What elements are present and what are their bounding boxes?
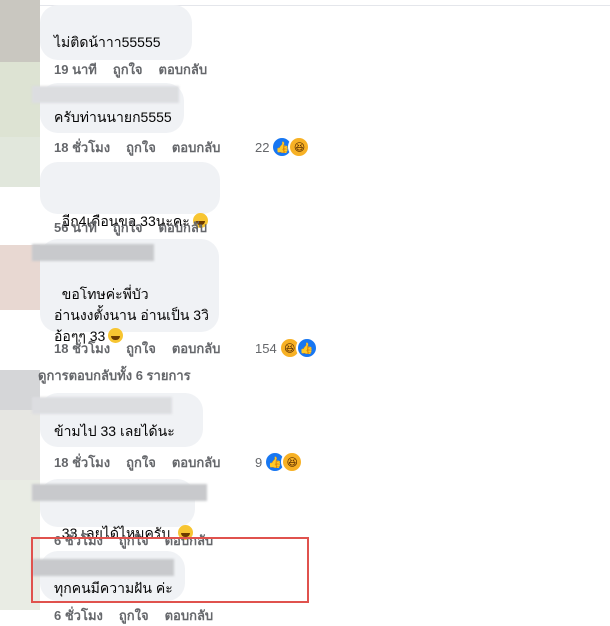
reaction-summary[interactable]: 9 👍 😆	[255, 451, 304, 473]
comment-timestamp[interactable]: 6 ชั่วโมง	[54, 605, 103, 626]
reply-link[interactable]: ตอบกลับ	[172, 452, 221, 473]
like-link[interactable]: ถูกใจ	[119, 605, 149, 626]
reply-link[interactable]: ตอบกลับ	[172, 338, 221, 359]
avatar[interactable]	[0, 0, 40, 62]
reply-link[interactable]: ตอบกลับ	[159, 59, 208, 80]
like-link[interactable]: ถูกใจ	[113, 217, 143, 238]
comment-timestamp[interactable]: 18 ชั่วโมง	[54, 137, 110, 158]
reaction-count: 22	[255, 139, 270, 155]
comment-text: ครับท่านนายก5555	[54, 109, 172, 125]
reply-link[interactable]: ตอบกลับ	[165, 605, 214, 626]
commenter-name[interactable]	[32, 484, 207, 501]
comment-meta: 56 นาที ถูกใจ ตอบกลับ	[54, 217, 207, 238]
commenter-name[interactable]	[32, 397, 172, 414]
commenter-name[interactable]	[32, 244, 154, 261]
comment-timestamp[interactable]: 19 นาที	[54, 59, 97, 80]
avatar[interactable]	[0, 410, 40, 480]
reaction-summary[interactable]: 22 👍 😆	[255, 136, 311, 158]
reaction-count: 154	[255, 340, 277, 356]
view-all-replies-link[interactable]: ดูการตอบกลับทั้ง 6 รายการ	[38, 365, 191, 386]
reply-link[interactable]: ตอบกลับ	[159, 217, 208, 238]
comment-meta: 6 ชั่วโมง ถูกใจ ตอบกลับ	[54, 605, 213, 626]
like-icon: 👍	[295, 337, 318, 359]
reaction-count: 9	[255, 454, 263, 470]
highlight-box	[31, 537, 309, 603]
like-link[interactable]: ถูกใจ	[126, 338, 156, 359]
comment-meta: 18 ชั่วโมง ถูกใจ ตอบกลับ	[54, 452, 220, 473]
commenter-name[interactable]	[32, 86, 179, 103]
reply-link[interactable]: ตอบกลับ	[172, 137, 221, 158]
comment-meta: 19 นาที ถูกใจ ตอบกลับ	[54, 59, 207, 80]
comment-meta: 18 ชั่วโมง ถูกใจ ตอบกลับ	[54, 338, 220, 359]
reaction-summary[interactable]: 154 😆 👍	[255, 337, 318, 359]
comment-text-content: ขอโทษค่ะพี่บัว อ่านงงตั้งนาน อ่านเป็น 3ว…	[54, 286, 209, 344]
like-link[interactable]: ถูกใจ	[126, 137, 156, 158]
comment-timestamp[interactable]: 56 นาที	[54, 217, 97, 238]
avatar[interactable]	[0, 137, 40, 187]
like-link[interactable]: ถูกใจ	[113, 59, 143, 80]
comment-timestamp[interactable]: 18 ชั่วโมง	[54, 452, 110, 473]
like-link[interactable]: ถูกใจ	[126, 452, 156, 473]
comment-meta: 18 ชั่วโมง ถูกใจ ตอบกลับ	[54, 137, 220, 158]
comment-text: ข้ามไป 33 เลยได้นะ	[54, 423, 175, 439]
haha-icon: 😆	[288, 136, 311, 158]
comment-timestamp[interactable]: 18 ชั่วโมง	[54, 338, 110, 359]
haha-icon: 😆	[281, 451, 304, 473]
comment-text: ขอโทษค่ะพี่บัว อ่านงงตั้งนาน อ่านเป็น 3ว…	[54, 263, 209, 347]
comment-text: ไม่ติดน้าาา55555	[54, 34, 161, 50]
